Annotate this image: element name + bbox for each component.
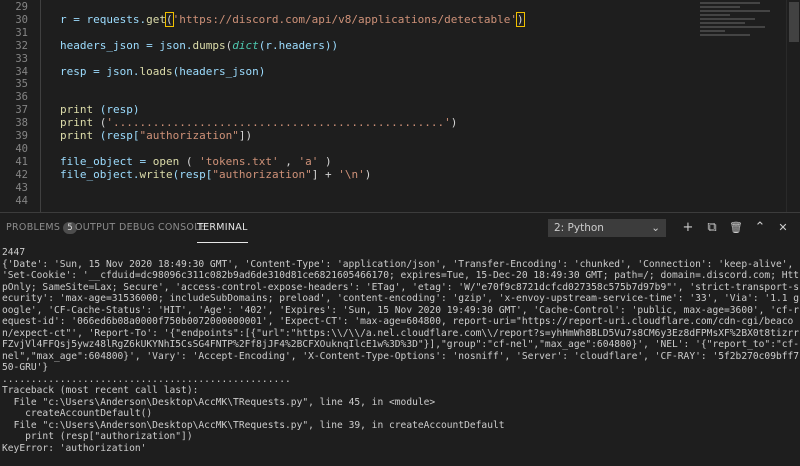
tab-terminal[interactable]: TERMINAL	[197, 213, 248, 243]
split-terminal-icon[interactable]: ⧉	[702, 218, 722, 238]
terminal-select-value: 2: Python	[554, 222, 604, 234]
tab-problems-label: PROBLEMS	[6, 222, 61, 233]
terminal-line: KeyError: 'authorization'	[2, 442, 147, 454]
terminal-output[interactable]: 2447 {'Date': 'Sun, 15 Nov 2020 18:49:30 …	[0, 247, 800, 466]
trash-icon[interactable]: 🗑	[726, 218, 746, 238]
close-panel-icon[interactable]: ✕	[773, 218, 793, 238]
code-editor[interactable]: 29 30 r = requests.get('https://discord.co…	[0, 0, 800, 212]
code-line[interactable]: 44	[0, 193, 690, 209]
minimap[interactable]	[700, 0, 786, 60]
terminal-line: ........................................…	[2, 373, 291, 385]
terminal-line: createAccountDefault()	[2, 408, 153, 419]
terminal-line: Traceback (most recent call last):	[2, 385, 199, 396]
terminal-line: 2447	[2, 247, 26, 258]
terminal-line: print (resp["authorization"])	[2, 431, 193, 442]
panel-header: PROBLEMS 5 OUTPUT DEBUG CONSOLE TERMINAL …	[0, 213, 800, 243]
terminal-line: File "c:\Users\Anderson\Desktop\AccMK\TR…	[2, 419, 505, 431]
terminal-line: File "c:\Users\Anderson\Desktop\AccMK\TR…	[2, 396, 436, 408]
editor-scrollbar[interactable]	[786, 0, 800, 212]
chevron-down-icon: ⌄	[651, 222, 660, 234]
maximize-panel-icon[interactable]: ⌃	[750, 218, 770, 238]
line-number: 44	[15, 194, 28, 207]
tab-debug-console[interactable]: DEBUG CONSOLE	[119, 213, 206, 243]
new-terminal-icon[interactable]: +	[678, 218, 698, 238]
tab-output[interactable]: OUTPUT	[75, 213, 116, 243]
terminal-line: {'Date': 'Sun, 15 Nov 2020 18:49:30 GMT'…	[2, 258, 800, 374]
tab-problems[interactable]: PROBLEMS 5	[6, 213, 77, 243]
terminal-select[interactable]: 2: Python ⌄	[548, 219, 666, 237]
editor-scrollbar-thumb[interactable]	[789, 2, 799, 42]
